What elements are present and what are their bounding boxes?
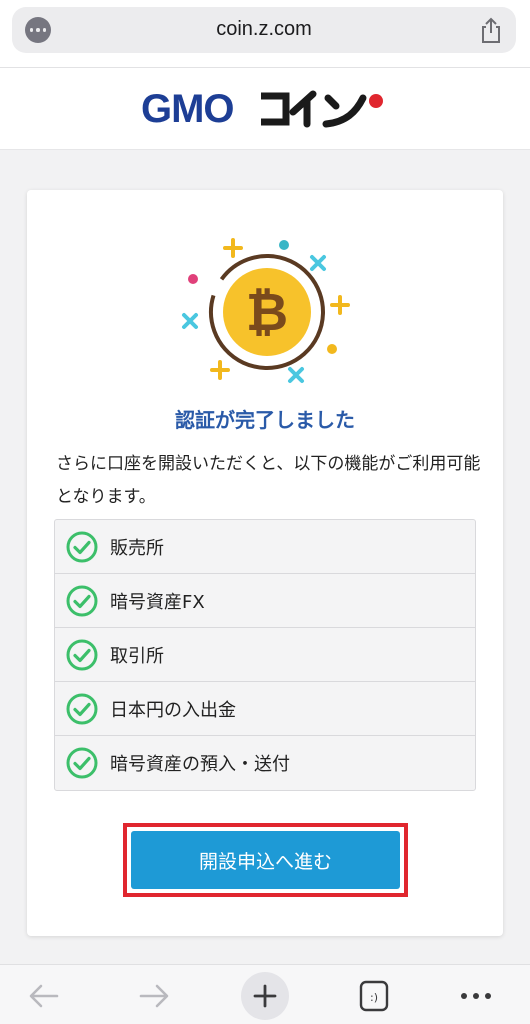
browser-toolbar: :): [0, 964, 530, 1024]
tabs-icon: :): [359, 980, 389, 1012]
list-item: 販売所: [55, 520, 475, 574]
feature-label: 日本円の入出金: [110, 699, 236, 721]
list-item: 日本円の入出金: [55, 682, 475, 736]
site-header: GMO: [0, 68, 530, 150]
svg-text:₿: ₿: [246, 283, 288, 343]
list-item: 暗号資産の預入・送付: [55, 736, 475, 790]
feature-list: 販売所 暗号資産FX 取引所 日本円の入出金 暗号資産の預入・送付: [54, 519, 476, 791]
more-options-button[interactable]: [456, 973, 496, 1019]
check-circle-icon: [66, 531, 98, 562]
feature-label: 取引所: [110, 645, 164, 667]
open-account-button[interactable]: 開設申込へ進む: [131, 831, 400, 889]
tabs-button[interactable]: :): [356, 973, 392, 1019]
svg-text:GMO: GMO: [141, 87, 234, 131]
description-text: さらに口座を開設いただくと、以下の機能がご利用可能となります。: [56, 454, 481, 507]
new-tab-button[interactable]: [240, 972, 290, 1020]
address-bar[interactable]: coin.z.com: [12, 7, 516, 53]
ellipsis-icon: [461, 993, 491, 999]
plus-icon: [253, 984, 277, 1008]
arrow-left-icon: [29, 984, 59, 1008]
svg-text::): :): [370, 991, 378, 1004]
verification-complete-card: ₿ 認証が完了しました さらに口座を開設いただくと、以下の機能がご利用可能となり…: [27, 190, 503, 936]
list-item: 取引所: [55, 628, 475, 682]
check-circle-icon: [66, 693, 98, 724]
back-button[interactable]: [22, 973, 66, 1019]
feature-label: 暗号資産FX: [110, 591, 205, 613]
browser-top-bar: coin.z.com: [0, 0, 530, 68]
share-icon[interactable]: [478, 16, 504, 44]
url-text[interactable]: coin.z.com: [12, 18, 516, 41]
gmo-coin-logo[interactable]: GMO: [141, 82, 391, 132]
cta-highlight-frame: 開設申込へ進む: [123, 823, 408, 897]
list-item: 暗号資産FX: [55, 574, 475, 628]
arrow-right-icon: [139, 984, 169, 1008]
feature-label: 暗号資産の預入・送付: [110, 754, 290, 775]
feature-label: 販売所: [110, 537, 164, 559]
forward-button[interactable]: [132, 973, 176, 1019]
bitcoin-icon: ₿: [182, 238, 350, 383]
check-circle-icon: [66, 585, 98, 616]
check-circle-icon: [66, 639, 98, 670]
page-title: 認証が完了しました: [175, 408, 355, 432]
check-circle-icon: [66, 747, 98, 779]
